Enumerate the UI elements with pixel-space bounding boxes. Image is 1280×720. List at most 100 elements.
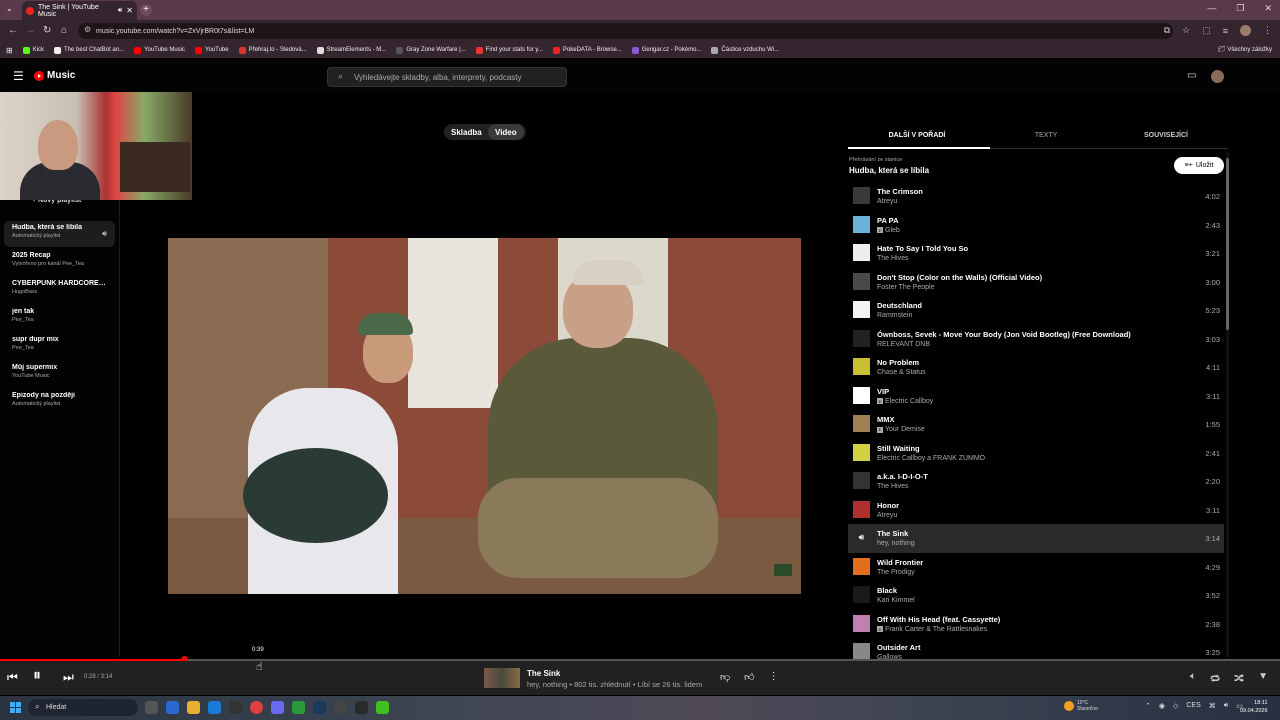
media-control-icon[interactable]: ≡	[1223, 26, 1228, 36]
pause-icon[interactable]: ⏸︎	[33, 667, 41, 685]
url-bar[interactable]: ⚙︎ music.youtube.com/watch?v=ZxVjrBR0t7s…	[78, 23, 1173, 39]
volume-icon[interactable]: 🔈︎	[1190, 671, 1196, 686]
like-icon[interactable]: 👍︎	[744, 671, 754, 683]
bookmark-item[interactable]: Gengar.cz - Pokémo...	[631, 46, 701, 54]
tab-up-next[interactable]: DALŠÍ V POŘADÍ	[854, 132, 980, 139]
minimize-icon[interactable]: —	[1207, 3, 1216, 14]
queue-item[interactable]: Still Waiting Electric Callboy a FRANK ZU…	[848, 439, 1224, 468]
sidebar-playlist-item[interactable]: supr dupr mix Pee_Tea	[4, 333, 115, 359]
ytmusic-logo[interactable]: Music	[34, 70, 75, 81]
network-icon[interactable]: ⌘	[1209, 702, 1216, 710]
now-playing-thumbnail[interactable]	[484, 668, 520, 688]
tray-app-icon[interactable]: ◉	[1159, 702, 1165, 710]
more-options-icon[interactable]: ⋮	[769, 671, 779, 683]
dislike-icon[interactable]: 👎︎	[720, 671, 730, 683]
tab-search-icon[interactable]: ⌄	[6, 4, 13, 13]
tray-overflow-icon[interactable]: ⌃	[1145, 702, 1151, 710]
bookmark-item[interactable]: The best ChatBot an...	[54, 46, 124, 54]
reload-icon[interactable]: ↻	[43, 25, 51, 36]
repeat-icon[interactable]: 🔁︎	[1210, 671, 1220, 686]
bookmark-item[interactable]: PokeDATA - Browse...	[552, 46, 622, 54]
bookmark-item[interactable]: Kick	[22, 46, 44, 54]
queue-item[interactable]: Wild Frontier The Prodigy 4:29	[848, 553, 1224, 582]
queue-item[interactable]: Black Kari Kimmel 3:52	[848, 581, 1224, 610]
sidebar-playlist-item[interactable]: Hudba, která se líbila Automatický playli…	[4, 221, 115, 247]
bookmark-item[interactable]: Přehraj.to - Sledová...	[238, 46, 307, 54]
bookmark-item[interactable]: Částice vzduchu Wi...	[711, 46, 779, 54]
next-icon[interactable]: ⏭︎	[63, 670, 74, 685]
maximize-icon[interactable]: ❐	[1236, 3, 1244, 14]
queue-item[interactable]: VIP E Electric Callboy 3:11	[848, 382, 1224, 411]
forward-icon[interactable]: →	[25, 25, 35, 36]
install-app-icon[interactable]: ⧉	[1164, 25, 1170, 36]
queue-item[interactable]: PA PA E Gleb 2:43	[848, 211, 1224, 240]
previous-icon[interactable]: ⏮︎	[7, 670, 18, 685]
steam-icon[interactable]	[313, 701, 326, 714]
taskbar-clock[interactable]: 18:11 09.04.2026	[1240, 699, 1268, 715]
queue-item[interactable]: Hate To Say I Told You So The Hives 3:21	[848, 239, 1224, 268]
menu-icon[interactable]: ☰	[13, 69, 24, 83]
search-input[interactable]: ⌕ Vyhledávejte skladby, alba, interprety…	[327, 67, 567, 87]
queue-item[interactable]: Don't Stop (Color on the Walls) (Officia…	[848, 268, 1224, 297]
video-player[interactable]	[168, 238, 801, 594]
shuffle-icon[interactable]: 🔀︎	[1234, 671, 1244, 686]
queue-item[interactable]: MMX E Your Demise 1:55	[848, 410, 1224, 439]
chrome-icon[interactable]	[250, 701, 263, 714]
bookmark-item[interactable]: YouTube	[195, 46, 229, 54]
profile-avatar[interactable]	[1240, 25, 1251, 36]
tab-related[interactable]: SOUVISEJÍCÍ	[1103, 132, 1229, 139]
xbox-icon[interactable]	[292, 701, 305, 714]
discord-icon[interactable]	[271, 701, 284, 714]
new-tab-button[interactable]: +	[140, 4, 152, 16]
sidebar-playlist-item[interactable]: 2025 Recap Vytvořeno pro kanál Pee_Tea	[4, 249, 115, 275]
bookmark-item[interactable]: Find your stats for y...	[475, 46, 543, 54]
weather-widget[interactable]: 10°C Slunečno	[1064, 700, 1098, 712]
app-icon[interactable]	[334, 701, 347, 714]
sidebar-playlist-item[interactable]: CYBERPUNK HARDCORE: Th... HugoBass	[4, 277, 115, 303]
bookmark-star-icon[interactable]: ☆	[1182, 25, 1190, 36]
extensions-icon[interactable]: ⬚	[1202, 25, 1211, 36]
windows-start-icon[interactable]	[10, 702, 21, 713]
bookmark-item[interactable]: YouTube Music	[134, 46, 185, 54]
all-bookmarks-button[interactable]: 📁︎ Všechny záložky	[1218, 46, 1272, 53]
bookmark-item[interactable]: StreamElements - M...	[316, 46, 386, 54]
tray-app2-icon[interactable]: ◇	[1173, 702, 1178, 710]
github-icon[interactable]	[229, 701, 242, 714]
queue-item[interactable]: Deutschland Rammstein 5:23	[848, 296, 1224, 325]
bookmark-item[interactable]: Gray Zone Warfare |...	[396, 46, 466, 54]
now-playing-title[interactable]: The Sink	[527, 669, 560, 678]
site-info-icon[interactable]: ⚙︎	[84, 25, 91, 34]
expand-player-icon[interactable]: ▼	[1258, 671, 1268, 686]
sidebar-playlist-item[interactable]: Epizody na později Automatický playlist	[4, 389, 115, 415]
save-queue-button[interactable]: ≡+ Uložit	[1174, 157, 1224, 174]
edge-icon[interactable]	[208, 701, 221, 714]
queue-item[interactable]: Off With His Head (feat. Cassyette) E Fran…	[848, 610, 1224, 639]
apps-grid-icon[interactable]: ⊞	[6, 46, 13, 55]
browser-menu-icon[interactable]: ⋮	[1263, 25, 1272, 36]
queue-item[interactable]: a.k.a. I-D-I-O-T The Hives 2:20	[848, 467, 1224, 496]
close-window-icon[interactable]: ✕	[1264, 3, 1272, 14]
sidebar-playlist-item[interactable]: jen tak Pee_Tea	[4, 305, 115, 331]
queue-item[interactable]: The Crimson Atreyu 4:02	[848, 182, 1224, 211]
toggle-song[interactable]: Skladba	[451, 128, 482, 137]
queue-item[interactable]: No Problem Chase & Status 4:11	[848, 353, 1224, 382]
widgets-icon[interactable]	[166, 701, 179, 714]
back-icon[interactable]: ←	[8, 25, 18, 36]
language-indicator[interactable]: CES	[1186, 702, 1200, 710]
home-icon[interactable]: ⌂	[61, 25, 67, 36]
queue-item[interactable]: Ównboss, Sevek - Move Your Body (Jon Voi…	[848, 325, 1224, 354]
file-explorer-icon[interactable]	[187, 701, 200, 714]
terminal-icon[interactable]	[355, 701, 368, 714]
queue-scrollbar-thumb[interactable]	[1226, 158, 1229, 330]
user-avatar[interactable]	[1211, 70, 1224, 83]
queue-item[interactable]: 🔊︎ The Sink hey, nothing 3:14	[848, 524, 1224, 553]
task-view-icon[interactable]	[145, 701, 158, 714]
tab-close-icon[interactable]: ✕	[126, 6, 133, 15]
volume-tray-icon[interactable]: 🔊︎	[1224, 702, 1228, 710]
queue-item[interactable]: Honor Atreyu 3:11	[848, 496, 1224, 525]
tab-audio-icon[interactable]: 🔊︎	[118, 7, 122, 15]
taskbar-search[interactable]: ⌕ Hledat	[28, 699, 138, 716]
sidebar-playlist-item[interactable]: Můj supermix YouTube Music	[4, 361, 115, 387]
cast-icon[interactable]: ▭	[1187, 70, 1196, 81]
browser-tab[interactable]: The Sink | YouTube Music 🔊︎ ✕	[22, 1, 137, 20]
